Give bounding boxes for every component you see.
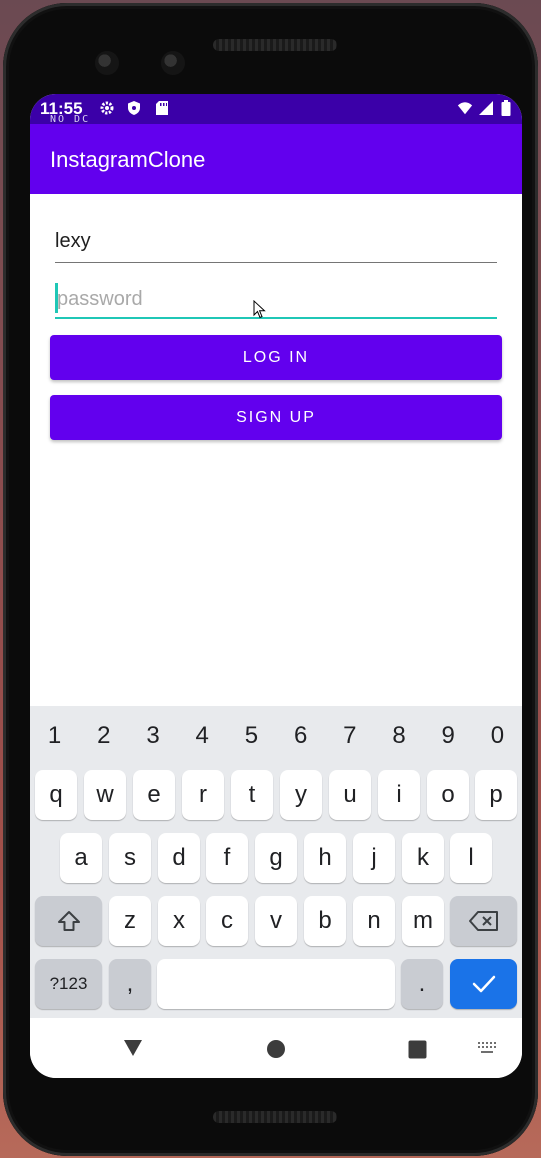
password-field[interactable]	[55, 281, 499, 319]
symbols-key[interactable]: ?123	[35, 959, 102, 1009]
key-n[interactable]: n	[353, 896, 395, 946]
key-a[interactable]: a	[60, 833, 102, 883]
backspace-icon	[468, 911, 498, 931]
period-key[interactable]: .	[401, 959, 443, 1009]
key-6[interactable]: 6	[276, 706, 325, 766]
sd-card-icon	[154, 100, 170, 116]
home-icon[interactable]	[266, 1039, 286, 1059]
earpiece-speaker	[213, 39, 337, 51]
key-3[interactable]: 3	[128, 706, 177, 766]
backspace-key[interactable]	[450, 896, 517, 946]
key-j[interactable]: j	[353, 833, 395, 883]
key-2[interactable]: 2	[79, 706, 128, 766]
key-5[interactable]: 5	[227, 706, 276, 766]
device-screen: 11:55 NO DC InstagramClone lexy LOG IN S…	[30, 94, 522, 1078]
key-s[interactable]: s	[109, 833, 151, 883]
key-x[interactable]: x	[158, 896, 200, 946]
key-k[interactable]: k	[402, 833, 444, 883]
front-camera-icon	[95, 51, 119, 75]
username-field[interactable]: lexy	[55, 224, 497, 263]
shift-icon	[57, 911, 80, 931]
text-cursor	[55, 283, 58, 313]
comma-key[interactable]: ,	[109, 959, 151, 1009]
app-bar: InstagramClone	[30, 124, 522, 194]
enter-key[interactable]	[450, 959, 517, 1009]
mouse-pointer-icon	[253, 300, 266, 319]
username-value: lexy	[55, 230, 91, 252]
key-m[interactable]: m	[402, 896, 444, 946]
gear-icon	[99, 100, 115, 116]
key-c[interactable]: c	[206, 896, 248, 946]
key-i[interactable]: i	[378, 770, 420, 820]
signal-icon	[478, 100, 494, 116]
key-w[interactable]: w	[84, 770, 126, 820]
key-f[interactable]: f	[206, 833, 248, 883]
key-4[interactable]: 4	[178, 706, 227, 766]
key-v[interactable]: v	[255, 896, 297, 946]
phone-frame: 11:55 NO DC InstagramClone lexy LOG IN S…	[3, 3, 538, 1156]
shield-icon	[126, 100, 142, 116]
key-p[interactable]: p	[475, 770, 517, 820]
key-7[interactable]: 7	[325, 706, 374, 766]
key-8[interactable]: 8	[374, 706, 423, 766]
signup-button[interactable]: SIGN UP	[50, 395, 502, 440]
key-g[interactable]: g	[255, 833, 297, 883]
password-input[interactable]	[55, 281, 499, 317]
key-0[interactable]: 0	[473, 706, 522, 766]
front-sensor-icon	[161, 51, 185, 75]
key-o[interactable]: o	[427, 770, 469, 820]
key-q[interactable]: q	[35, 770, 77, 820]
checkmark-icon	[472, 975, 495, 993]
key-9[interactable]: 9	[424, 706, 473, 766]
key-z[interactable]: z	[109, 896, 151, 946]
key-h[interactable]: h	[304, 833, 346, 883]
key-u[interactable]: u	[329, 770, 371, 820]
key-b[interactable]: b	[304, 896, 346, 946]
keyboard-switch-icon[interactable]	[477, 1041, 497, 1055]
keyboard-number-row: 1 2 3 4 5 6 7 8 9 0	[30, 706, 522, 766]
back-icon[interactable]	[123, 1038, 143, 1058]
login-button[interactable]: LOG IN	[50, 335, 502, 380]
bottom-speaker	[213, 1111, 337, 1123]
status-bar: 11:55 NO DC	[30, 94, 522, 125]
key-e[interactable]: e	[133, 770, 175, 820]
soft-keyboard: 1 2 3 4 5 6 7 8 9 0 q w e r t y u i o p	[30, 706, 522, 1018]
shift-key[interactable]	[35, 896, 102, 946]
key-t[interactable]: t	[231, 770, 273, 820]
recents-icon[interactable]	[407, 1039, 427, 1059]
key-1[interactable]: 1	[30, 706, 79, 766]
key-d[interactable]: d	[158, 833, 200, 883]
app-title: InstagramClone	[50, 147, 206, 172]
key-l[interactable]: l	[450, 833, 492, 883]
navigation-bar	[30, 1018, 522, 1078]
battery-icon	[498, 100, 514, 116]
space-key[interactable]	[157, 959, 395, 1009]
key-r[interactable]: r	[182, 770, 224, 820]
key-y[interactable]: y	[280, 770, 322, 820]
wifi-icon	[457, 100, 473, 116]
